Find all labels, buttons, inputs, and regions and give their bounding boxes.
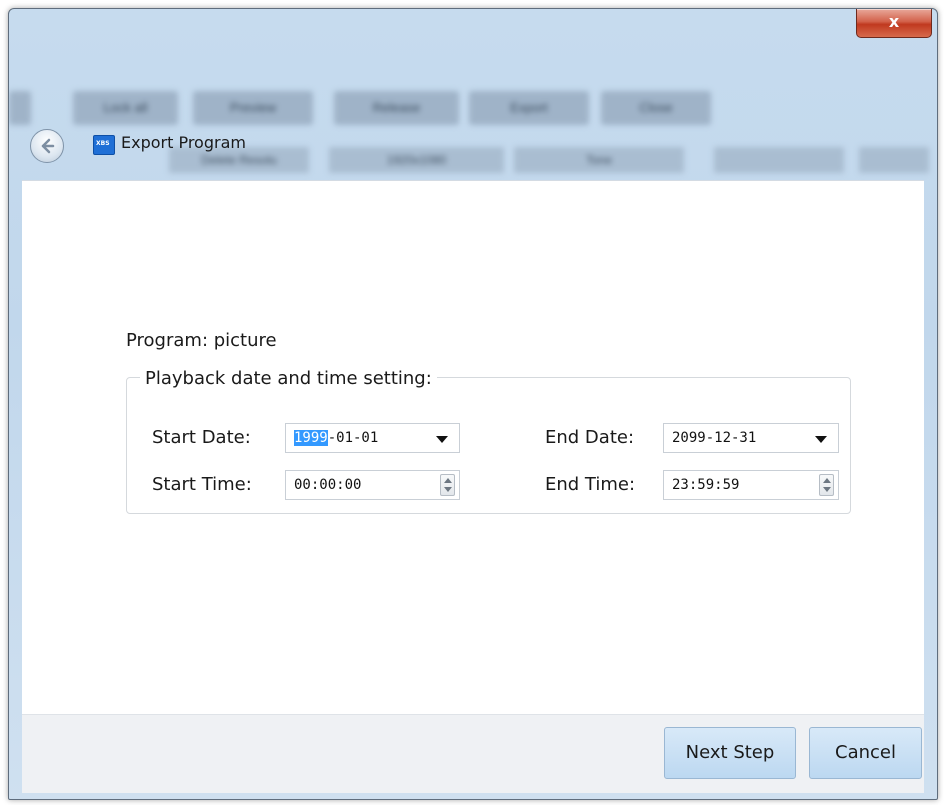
start-date-year-selection: 1999 — [294, 430, 328, 446]
cancel-button[interactable]: Cancel — [809, 727, 922, 779]
end-time-value: 23:59:59 — [672, 477, 740, 493]
background-cell — [859, 147, 929, 173]
playback-settings-legend: Playback date and time setting: — [140, 368, 437, 389]
program-label: Program: picture — [126, 330, 277, 351]
background-button-release: Release — [334, 91, 459, 125]
background-cell: Tone — [514, 147, 684, 173]
end-time-spinner[interactable] — [819, 474, 834, 496]
spin-up-icon[interactable] — [823, 478, 831, 483]
window-title: Export Program — [121, 133, 246, 152]
background-button-export: Export — [469, 91, 589, 125]
background-button-partial — [9, 91, 31, 125]
spin-up-icon[interactable] — [444, 478, 452, 483]
window-close-button[interactable]: x — [856, 9, 932, 38]
start-time-value: 00:00:00 — [294, 477, 362, 493]
app-icon: XBS — [93, 135, 115, 155]
start-date-label: Start Date: — [152, 427, 251, 448]
end-date-picker[interactable]: 2099-12-31 — [663, 423, 839, 453]
end-time-field[interactable]: 23:59:59 — [663, 470, 839, 500]
background-toolbar: Lock all Preview Release Export Close — [9, 91, 937, 127]
background-cell: 1920x1080 — [329, 147, 504, 173]
spin-down-icon[interactable] — [823, 487, 831, 492]
end-time-label: End Time: — [545, 474, 636, 495]
chevron-down-icon[interactable] — [436, 436, 448, 443]
background-button-lock-all: Lock all — [73, 91, 178, 125]
start-date-picker[interactable]: 1999-01-01 — [285, 423, 460, 453]
back-arrow-icon — [41, 138, 55, 154]
start-date-rest: -01-01 — [327, 430, 379, 446]
end-date-value: 2099-12-31 — [672, 430, 757, 446]
background-button-close: Close — [601, 91, 711, 125]
spin-down-icon[interactable] — [444, 487, 452, 492]
start-time-field[interactable]: 00:00:00 — [285, 470, 460, 500]
background-cell — [714, 147, 844, 173]
start-time-label: Start Time: — [152, 474, 252, 495]
start-time-spinner[interactable] — [440, 474, 455, 496]
chevron-down-icon[interactable] — [815, 436, 827, 443]
back-button[interactable] — [30, 129, 64, 163]
end-date-label: End Date: — [545, 427, 635, 448]
background-button-preview: Preview — [193, 91, 313, 125]
next-step-button[interactable]: Next Step — [664, 727, 796, 779]
